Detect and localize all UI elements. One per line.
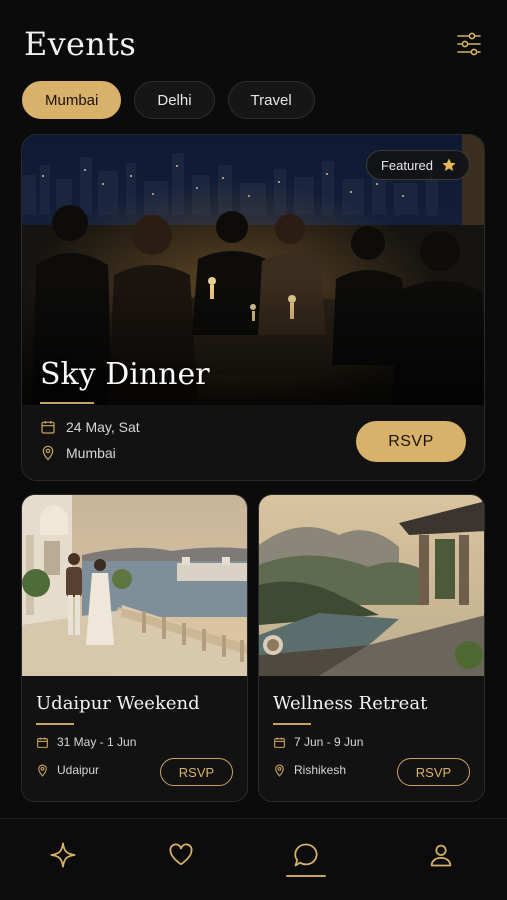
city-filter-chips: Mumbai Delhi Travel <box>22 81 315 119</box>
event-image-udaipur <box>22 495 247 676</box>
active-tab-indicator <box>286 875 326 877</box>
heart-icon <box>169 843 193 866</box>
event-title-udaipur: Udaipur Weekend <box>36 693 200 714</box>
sliders-icon <box>457 32 481 56</box>
chip-delhi[interactable]: Delhi <box>134 81 215 119</box>
calendar-icon <box>274 737 285 748</box>
rsvp-button-udaipur[interactable]: RSVP <box>160 758 233 786</box>
event-image-wellness <box>259 495 484 676</box>
location-pin-icon <box>275 764 284 777</box>
profile-icon <box>430 844 452 867</box>
featured-rsvp-button[interactable]: RSVP <box>356 421 466 462</box>
chip-mumbai[interactable]: Mumbai <box>22 81 122 119</box>
event-card-wellness[interactable]: Wellness Retreat 7 Jun - 9 Jun Rishikesh… <box>258 494 485 802</box>
location-pin-icon <box>38 764 47 777</box>
title-divider <box>273 723 311 725</box>
event-title-wellness: Wellness Retreat <box>273 693 428 714</box>
event-date-udaipur: 31 May - 1 Jun <box>57 735 137 749</box>
event-date-row: 7 Jun - 9 Jun <box>273 735 363 749</box>
featured-date-row: 24 May, Sat <box>40 419 140 435</box>
title-divider <box>40 402 94 404</box>
star-icon <box>442 158 456 171</box>
featured-event-title: Sky Dinner <box>40 357 210 392</box>
rsvp-button-wellness[interactable]: RSVP <box>397 758 470 786</box>
location-pin-icon <box>42 445 54 461</box>
header: Events <box>24 22 483 66</box>
featured-location: Mumbai <box>66 445 116 461</box>
calendar-icon <box>41 421 55 434</box>
event-location-row: Udaipur <box>36 763 99 777</box>
event-location-wellness: Rishikesh <box>294 763 347 777</box>
nav-profile[interactable] <box>421 835 461 875</box>
event-card-udaipur[interactable]: Udaipur Weekend 31 May - 1 Jun Udaipur R… <box>21 494 248 802</box>
event-date-wellness: 7 Jun - 9 Jun <box>294 735 364 749</box>
featured-event-card[interactable]: Featured Sky Dinner 24 May, Sat Mumbai R… <box>21 134 485 481</box>
featured-date: 24 May, Sat <box>66 419 140 435</box>
sparkle-icon <box>50 842 76 868</box>
nav-discover[interactable] <box>43 835 83 875</box>
chip-travel[interactable]: Travel <box>227 81 315 119</box>
featured-badge-label: Featured <box>380 157 433 173</box>
filter-button[interactable] <box>455 30 483 58</box>
chat-icon <box>294 843 318 867</box>
event-location-row: Rishikesh <box>273 763 346 777</box>
page-title: Events <box>24 25 137 63</box>
featured-event-image: Featured Sky Dinner <box>22 135 484 405</box>
nav-messages[interactable] <box>286 835 326 875</box>
event-location-udaipur: Udaipur <box>57 763 100 777</box>
featured-badge: Featured <box>365 150 470 180</box>
title-divider <box>36 723 74 725</box>
event-date-row: 31 May - 1 Jun <box>36 735 136 749</box>
nav-favorites[interactable] <box>161 835 201 875</box>
calendar-icon <box>37 737 48 748</box>
bottom-nav <box>0 818 507 900</box>
featured-location-row: Mumbai <box>40 445 116 461</box>
